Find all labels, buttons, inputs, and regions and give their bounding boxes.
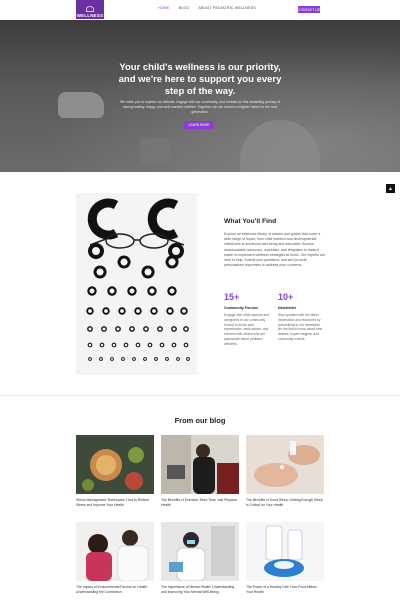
hero-title: Your child's wellness is our priority, a… (118, 62, 282, 97)
eye-chart-illustration (86, 198, 190, 361)
blog-post-title[interactable]: The Benefits of Good Sleep: Getting Enou… (246, 498, 324, 507)
blog-card[interactable]: The Importance of Mental Health: Underst… (161, 522, 239, 594)
blog-post-title[interactable]: The Importance of Mental Health: Underst… (161, 585, 239, 594)
stat-forums-number: 15+ (224, 292, 240, 302)
nav-item-blog[interactable]: Blog (179, 6, 190, 10)
hero-equipment (140, 138, 170, 164)
nav-item-home[interactable]: Home (158, 6, 170, 10)
chevron-up-icon: ▲ (388, 185, 393, 192)
blog-card[interactable]: The Power of a Healthy Diet: How Food Af… (246, 522, 324, 594)
site-logo[interactable]: WELLNESS (76, 0, 104, 19)
stat-forums-text: Engage with other parents and caregivers… (224, 313, 269, 346)
blog-post-image-pills[interactable] (246, 522, 324, 581)
blog-post-image-sanitizer[interactable] (246, 435, 324, 494)
blog-post-title[interactable]: The Power of a Healthy Diet: How Food Af… (246, 585, 324, 594)
blog-card[interactable]: The Benefits of Exercise: More Than Just… (161, 435, 239, 507)
logo-icon (86, 6, 94, 12)
find-section-title: What You'll Find (224, 218, 277, 225)
stat-forums-label: Community Forums (224, 306, 258, 310)
blog-post-image-vaccination[interactable] (76, 522, 154, 581)
blog-card[interactable]: The Benefits of Good Sleep: Getting Enou… (246, 435, 324, 507)
stat-newsletter-text: Stay updated with the latest information… (278, 313, 323, 341)
nav-item-about[interactable]: About Pediatric Wellness (198, 6, 256, 10)
logo-text: WELLNESS (76, 13, 104, 18)
blog-post-image-exercise[interactable] (161, 435, 239, 494)
stat-newsletter-number: 10+ (278, 292, 294, 302)
contact-button[interactable]: Contact Us (298, 6, 320, 13)
stat-newsletter-label: Newsletter (278, 306, 297, 310)
scroll-to-top-button[interactable]: ▲ (386, 184, 395, 193)
blog-post-image-lab[interactable] (161, 522, 239, 581)
learn-more-button[interactable]: Learn More (184, 121, 214, 129)
main-nav: Home Blog About Pediatric Wellness (158, 6, 256, 10)
blog-section-title: From our blog (174, 416, 226, 425)
site-header: WELLNESS Home Blog About Pediatric Welln… (0, 0, 400, 20)
blog-post-title[interactable]: Stress Management Techniques: How to Rel… (76, 498, 154, 507)
hero-text: We invite you to explore our website, en… (120, 100, 280, 114)
blog-post-image-food[interactable] (76, 435, 154, 494)
eye-chart-image (76, 193, 197, 375)
blog-post-title[interactable]: The Benefits of Exercise: More Than Just… (161, 498, 239, 507)
blog-card[interactable]: The Impact of Environmental Factors on H… (76, 522, 154, 594)
blog-post-title[interactable]: The Impact of Environmental Factors on H… (76, 585, 154, 594)
hero-eye-exam-device (58, 92, 104, 118)
blog-card[interactable]: Stress Management Techniques: How to Rel… (76, 435, 154, 507)
section-divider (0, 395, 400, 396)
find-section-text: Explore an extensive library of articles… (224, 232, 325, 268)
